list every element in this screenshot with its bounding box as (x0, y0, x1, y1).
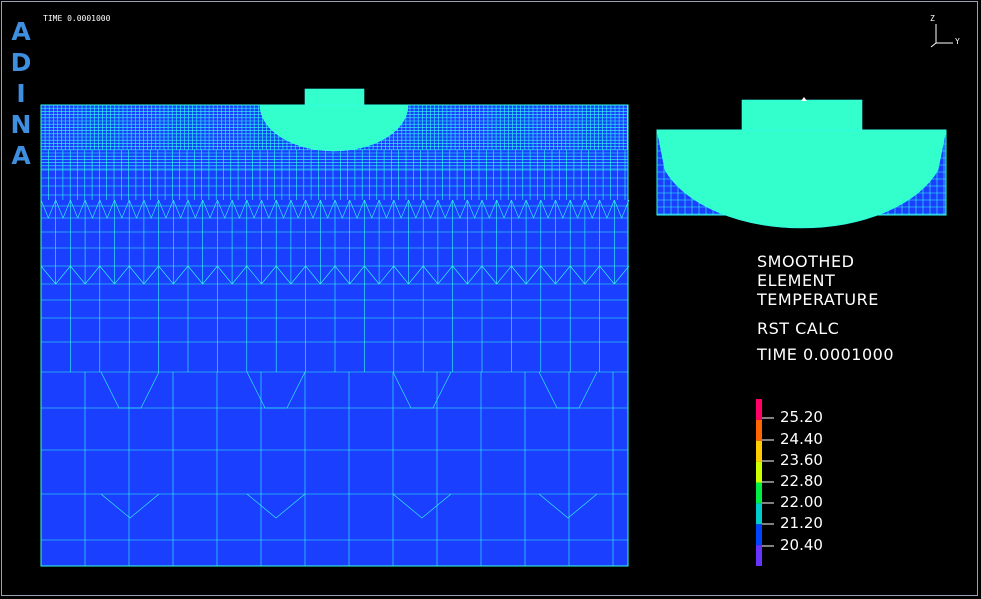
color-bar (756, 399, 774, 566)
colorbar-segment (756, 545, 762, 566)
colorbar-tick-label: 21.20 (780, 514, 823, 532)
legend-rst-label: RST CALC (757, 319, 840, 338)
plot-window: A D I N A TIME 0.0001000 Z Y SMOOTHED EL… (0, 0, 981, 599)
colorbar-segment (756, 503, 762, 525)
detail-heat-source-block (741, 99, 863, 131)
colorbar-tick-label: 23.60 (780, 451, 823, 469)
colorbar-segment (756, 482, 762, 504)
colorbar-segment (756, 440, 762, 462)
colorbar-tick-label: 22.00 (780, 493, 823, 511)
colorbar-tick-label: 22.80 (780, 472, 823, 490)
colorbar-tick-label: 24.40 (780, 430, 823, 448)
legend-title-line: ELEMENT (757, 271, 836, 290)
colorbar-tick-label: 25.20 (780, 408, 823, 426)
legend-time-label: TIME 0.0001000 (757, 345, 895, 364)
colorbar-tick-label: 20.40 (780, 536, 823, 554)
detail-mesh (656, 97, 947, 229)
probe-marker-icon (801, 97, 807, 101)
heat-source-block (304, 88, 365, 106)
legend-title-line: TEMPERATURE (757, 290, 879, 309)
legend-title-line: SMOOTHED (757, 252, 855, 271)
colorbar-segment (756, 524, 762, 546)
colorbar-segment (756, 399, 762, 420)
colorbar-segment (756, 419, 762, 441)
main-mesh (40, 88, 630, 567)
colorbar-segment (756, 461, 762, 483)
